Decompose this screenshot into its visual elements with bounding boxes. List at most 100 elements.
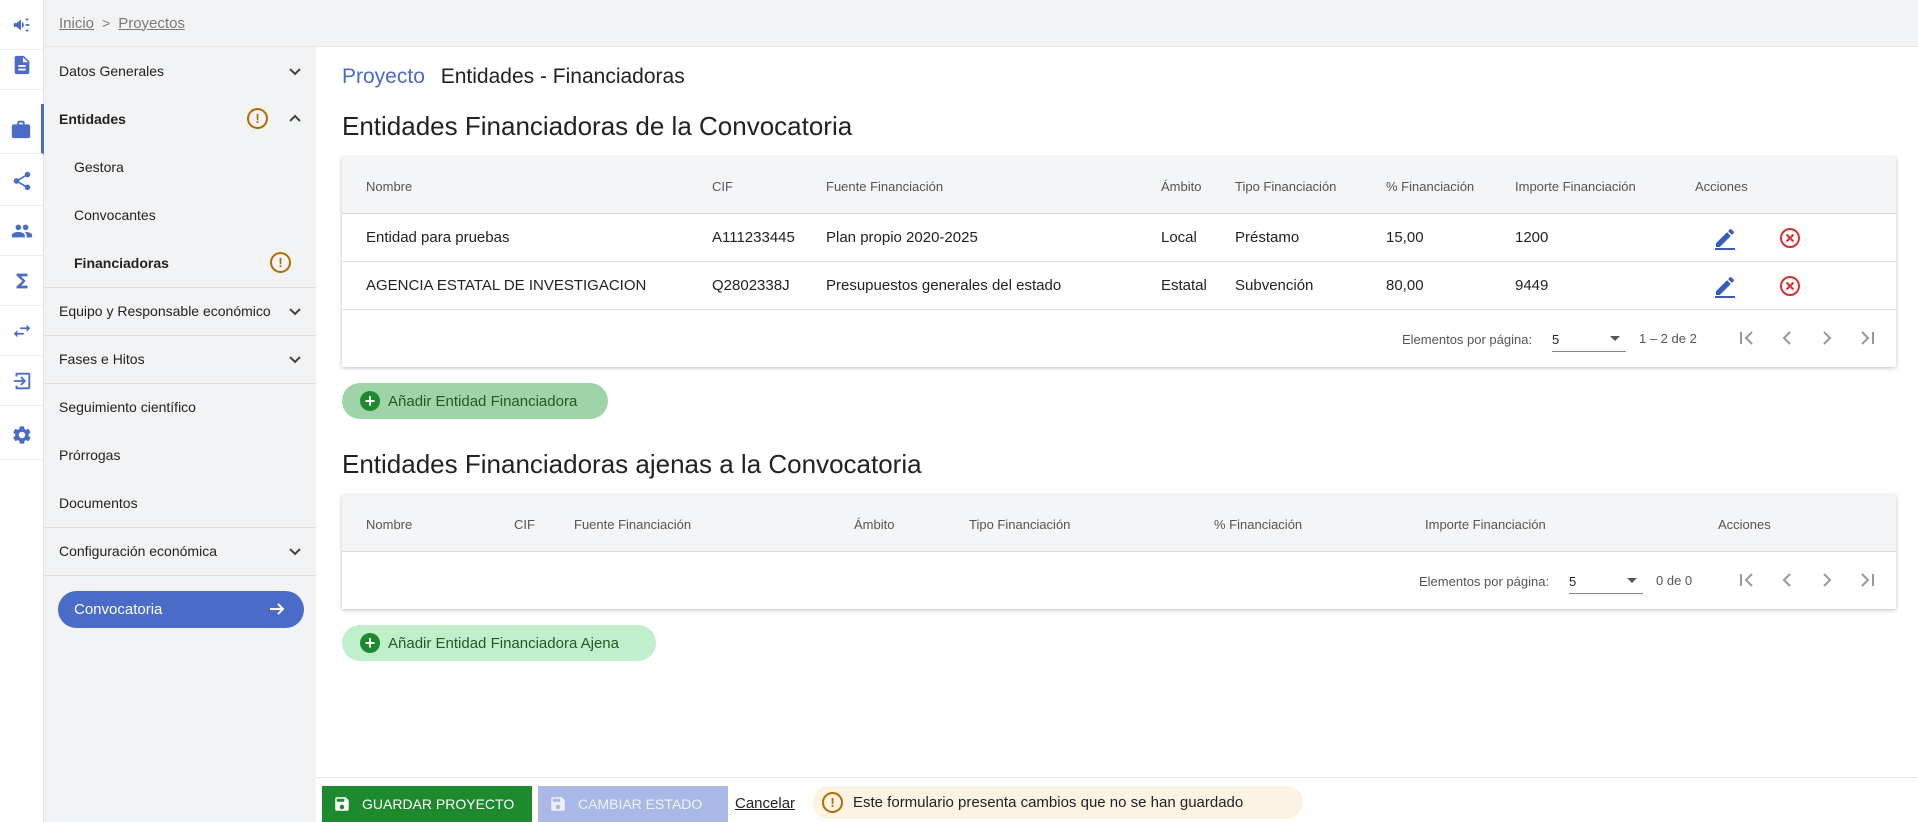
- sidebar-item-label: Equipo y Responsable económico: [59, 303, 271, 319]
- column-header: Acciones: [1718, 517, 1771, 532]
- cell-fuente: Presupuestos generales del estado: [826, 277, 1062, 294]
- sidebar-item-label: Prórrogas: [59, 447, 121, 463]
- convocatoria-button[interactable]: Convocatoria: [58, 591, 304, 628]
- delete-icon[interactable]: [1778, 226, 1802, 250]
- next-page-icon[interactable]: [1816, 327, 1838, 349]
- column-header[interactable]: Ámbito: [1161, 179, 1201, 194]
- first-page-icon[interactable]: [1736, 327, 1758, 349]
- swap-icon[interactable]: [0, 306, 44, 356]
- breadcrumb-separator: >: [102, 15, 111, 31]
- chevron-down-icon: [287, 63, 303, 79]
- add-entidad-financiadora-button[interactable]: + Añadir Entidad Financiadora: [342, 383, 608, 419]
- page-range: 1 – 2 de 2: [1639, 331, 1697, 346]
- sidebar-item-seguimiento[interactable]: Seguimiento científico: [44, 383, 316, 431]
- table-header: Nombre CIF Fuente Financiación Ámbito Ti…: [342, 495, 1896, 552]
- cell-ambito: Estatal: [1161, 277, 1207, 294]
- section-title-financiadoras-ajenas: Entidades Financiadoras ajenas a la Conv…: [342, 449, 922, 479]
- briefcase-icon[interactable]: [0, 104, 44, 154]
- cell-nombre: Entidad para pruebas: [366, 229, 510, 246]
- page-title-text: Entidades - Financiadoras: [440, 65, 685, 88]
- sidebar-item-documentos[interactable]: Documentos: [44, 479, 316, 527]
- sidebar-item-label: Datos Generales: [59, 63, 165, 79]
- logout-icon[interactable]: [0, 356, 44, 406]
- page-range: 0 de 0: [1656, 573, 1693, 588]
- sidebar-item-equipo[interactable]: Equipo y Responsable económico: [44, 287, 316, 335]
- save-icon: [551, 797, 565, 811]
- share-icon[interactable]: [0, 156, 44, 206]
- page-size-value: 5: [1569, 574, 1577, 589]
- add-circle-icon: +: [360, 391, 380, 411]
- column-header[interactable]: Importe Financiación: [1515, 179, 1636, 194]
- column-header[interactable]: Fuente Financiación: [574, 517, 691, 532]
- chevron-down-icon: [287, 351, 303, 367]
- main-content: Proyecto Entidades - Financiadoras Entid…: [316, 47, 1918, 777]
- edit-icon[interactable]: [1713, 274, 1737, 298]
- breadcrumb-home-link[interactable]: Inicio: [59, 15, 94, 32]
- document-icon[interactable]: [0, 40, 44, 90]
- sidebar-item-gestora[interactable]: Gestora: [44, 143, 316, 191]
- sidebar-item-prorrogas[interactable]: Prórrogas: [44, 431, 316, 479]
- sidebar-item-entidades[interactable]: Entidades !: [44, 95, 316, 143]
- column-header[interactable]: CIF: [712, 179, 733, 194]
- cell-importe: 1200: [1515, 229, 1549, 246]
- sidebar-item-datos-generales[interactable]: Datos Generales: [44, 47, 316, 95]
- breadcrumb: Inicio > Proyectos: [44, 0, 1918, 47]
- sidebar-item-label: Documentos: [59, 495, 138, 511]
- last-page-icon[interactable]: [1856, 327, 1878, 349]
- financiadoras-table: Nombre CIF Fuente Financiación Ámbito Ti…: [342, 157, 1896, 367]
- chevron-down-icon: [287, 303, 303, 319]
- column-header[interactable]: Importe Financiación: [1425, 517, 1546, 532]
- next-page-icon[interactable]: [1816, 569, 1838, 591]
- chevron-up-icon: [287, 111, 303, 127]
- sidebar-item-fases-hitos[interactable]: Fases e Hitos: [44, 335, 316, 383]
- page-size-select[interactable]: 5: [1552, 328, 1626, 352]
- add-circle-icon: +: [360, 633, 380, 653]
- financiadoras-ajenas-table: Nombre CIF Fuente Financiación Ámbito Ti…: [342, 495, 1896, 609]
- column-header: Acciones: [1695, 179, 1748, 194]
- table-row: AGENCIA ESTATAL DE INVESTIGACION Q280233…: [342, 262, 1896, 310]
- sigma-icon[interactable]: [0, 256, 44, 306]
- column-header[interactable]: Tipo Financiación: [1235, 179, 1336, 194]
- table-paginator: Elementos por página: 5 1 – 2 de 2: [342, 310, 1896, 367]
- sidebar-item-financiadoras[interactable]: Financiadoras !: [44, 239, 316, 287]
- save-project-button[interactable]: GUARDAR PROYECTO: [322, 786, 532, 822]
- previous-page-icon[interactable]: [1776, 569, 1798, 591]
- sidebar-item-configuracion-economica[interactable]: Configuración económica: [44, 527, 316, 575]
- table-row: Entidad para pruebas A111233445 Plan pro…: [342, 214, 1896, 262]
- column-header[interactable]: Ámbito: [854, 517, 894, 532]
- cancel-link[interactable]: Cancelar: [735, 795, 795, 812]
- chevron-down-icon: [287, 543, 303, 559]
- chevron-down-icon: [1610, 336, 1620, 341]
- column-header[interactable]: Nombre: [366, 517, 412, 532]
- people-icon[interactable]: [0, 206, 44, 256]
- column-header[interactable]: Fuente Financiación: [826, 179, 943, 194]
- page-size-select[interactable]: 5: [1569, 570, 1643, 594]
- form-footer: GUARDAR PROYECTO CAMBIAR ESTADO Cancelar…: [316, 777, 1918, 822]
- project-sidebar: Datos Generales Entidades ! Gestora Conv…: [44, 47, 316, 822]
- cell-cif: A111233445: [712, 229, 795, 246]
- sidebar-item-label: Fases e Hitos: [59, 351, 145, 367]
- cell-ambito: Local: [1161, 229, 1197, 246]
- cell-porcentaje: 80,00: [1386, 277, 1424, 294]
- column-header[interactable]: CIF: [514, 517, 535, 532]
- sidebar-divider: [44, 575, 316, 576]
- cell-nombre: AGENCIA ESTATAL DE INVESTIGACION: [366, 277, 647, 294]
- sidebar-item-convocantes[interactable]: Convocantes: [44, 191, 316, 239]
- first-page-icon[interactable]: [1736, 569, 1758, 591]
- sidebar-item-label: Financiadoras: [74, 255, 169, 271]
- change-state-button[interactable]: CAMBIAR ESTADO: [538, 786, 728, 822]
- breadcrumb-current-link[interactable]: Proyectos: [118, 15, 185, 32]
- last-page-icon[interactable]: [1856, 569, 1878, 591]
- column-header[interactable]: Nombre: [366, 179, 412, 194]
- arrow-right-icon: [270, 603, 285, 615]
- settings-icon[interactable]: [0, 410, 44, 460]
- table-paginator: Elementos por página: 5 0 de 0: [342, 552, 1896, 609]
- delete-icon[interactable]: [1778, 274, 1802, 298]
- add-entidad-financiadora-ajena-button[interactable]: + Añadir Entidad Financiadora Ajena: [342, 625, 656, 661]
- column-header[interactable]: Tipo Financiación: [969, 517, 1070, 532]
- column-header[interactable]: % Financiación: [1386, 179, 1474, 194]
- save-icon: [335, 797, 349, 811]
- edit-icon[interactable]: [1713, 226, 1737, 250]
- column-header[interactable]: % Financiación: [1214, 517, 1302, 532]
- previous-page-icon[interactable]: [1776, 327, 1798, 349]
